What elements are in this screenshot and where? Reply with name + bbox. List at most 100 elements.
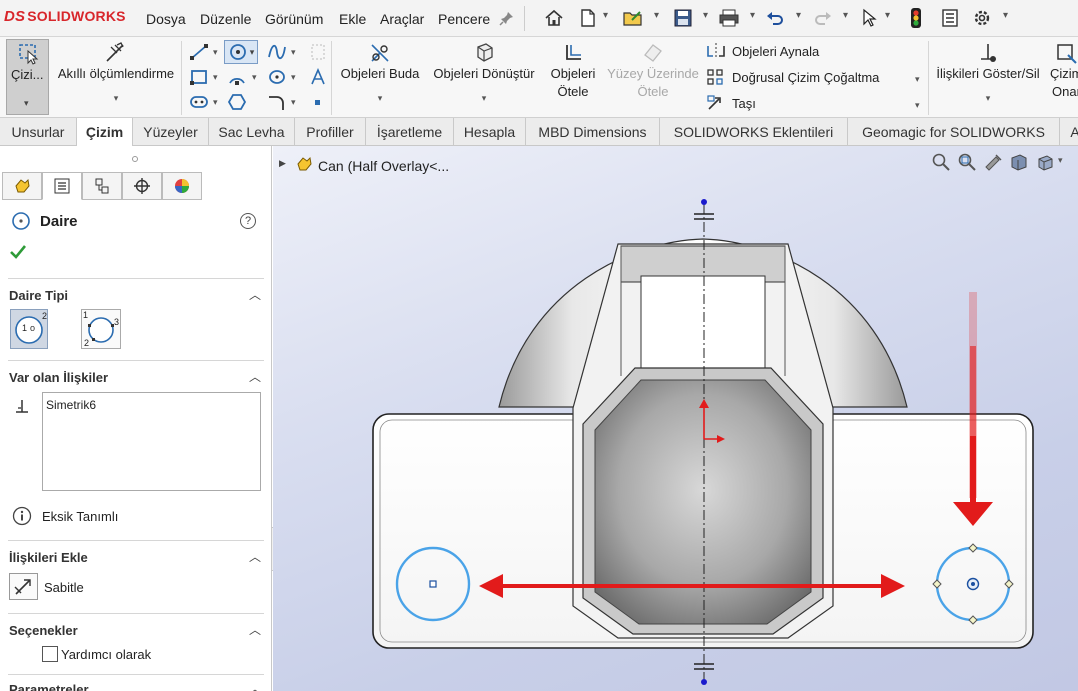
- tab-more[interactable]: A: [1060, 118, 1078, 146]
- solidworks-logo[interactable]: DS SOLIDWORKS: [4, 8, 126, 25]
- list-item[interactable]: Simetrik6: [46, 398, 96, 412]
- polygon-tool-button[interactable]: [224, 91, 250, 113]
- new-document-icon[interactable]: [576, 6, 600, 30]
- tab-sheet-metal[interactable]: Sac Levha: [209, 118, 295, 146]
- rectangle-tool-button[interactable]: [186, 66, 212, 88]
- tab-geomagic[interactable]: Geomagic for SOLIDWORKS: [848, 118, 1060, 146]
- repair-sketch-icon: [1057, 44, 1077, 64]
- exit-sketch-button[interactable]: Çizi... ▾: [6, 39, 49, 115]
- chevron-down-icon[interactable]: ▾: [885, 10, 890, 21]
- menu-edit[interactable]: Düzenle: [200, 11, 251, 27]
- collapse-chevron-icon[interactable]: ︿: [249, 680, 261, 691]
- chevron-down-icon[interactable]: ▾: [213, 97, 218, 108]
- chevron-down-icon[interactable]: ▾: [654, 10, 659, 21]
- chevron-down-icon[interactable]: ▾: [24, 98, 29, 109]
- arc-tool-button[interactable]: [224, 66, 250, 88]
- smart-dimension-button[interactable]: Akıllı ölçümlendirme ▾: [54, 41, 178, 113]
- tab-addins[interactable]: SOLIDWORKS Eklentileri: [660, 118, 848, 146]
- chevron-down-icon[interactable]: ▾: [915, 74, 920, 85]
- chevron-down-icon[interactable]: ▾: [1003, 10, 1008, 21]
- ok-checkmark-icon[interactable]: [9, 244, 27, 263]
- repair-sketch-button[interactable]: Çizim Onar: [1046, 41, 1078, 113]
- display-manager-tab[interactable]: [162, 172, 202, 200]
- chevron-down-icon[interactable]: ▾: [843, 10, 848, 21]
- save-icon[interactable]: [671, 6, 695, 30]
- tab-surfaces[interactable]: Yüzeyler: [133, 118, 209, 146]
- tab-features[interactable]: Unsurlar: [0, 118, 77, 146]
- linear-pattern-button[interactable]: Doğrusal Çizim Çoğaltma: [706, 68, 879, 86]
- mirror-entities-button[interactable]: Objeleri Aynala: [706, 42, 819, 60]
- chevron-down-icon[interactable]: ▾: [54, 89, 178, 107]
- spline-tool-button[interactable]: [264, 41, 290, 63]
- rebuild-traffic-light-icon[interactable]: [904, 6, 928, 30]
- center-point-label: 1: [22, 323, 28, 333]
- perimeter-circle-type-button[interactable]: 1 2 3: [81, 309, 121, 349]
- open-folder-icon[interactable]: [621, 6, 645, 30]
- offset-entities-button[interactable]: Objeleri Ötele: [545, 41, 601, 113]
- tab-mbd-dimensions[interactable]: MBD Dimensions: [526, 118, 660, 146]
- offset-on-surface-button[interactable]: Yüzey Üzerinde Ötele: [603, 41, 703, 113]
- point-tool-button[interactable]: [305, 91, 331, 113]
- chevron-down-icon[interactable]: ▾: [932, 89, 1044, 107]
- panel-grip-dot[interactable]: [132, 156, 138, 162]
- menu-tools[interactable]: Araçlar: [380, 11, 424, 27]
- slot-tool-button[interactable]: [186, 91, 212, 113]
- redo-icon[interactable]: [811, 6, 835, 30]
- chevron-down-icon[interactable]: ▾: [213, 47, 218, 58]
- left-circle-center-point[interactable]: [429, 580, 437, 588]
- tab-markup[interactable]: İşaretleme: [366, 118, 454, 146]
- chevron-down-icon[interactable]: ▾: [750, 10, 755, 21]
- options-gear-icon[interactable]: [970, 6, 994, 30]
- menu-view[interactable]: Görünüm: [265, 11, 323, 27]
- show-relations-button[interactable]: İlişkileri Göster/Sil ▾: [932, 41, 1044, 113]
- print-icon[interactable]: [717, 6, 741, 30]
- menu-window[interactable]: Pencere: [438, 11, 490, 27]
- tab-evaluate[interactable]: Hesapla: [454, 118, 526, 146]
- construction-checkbox[interactable]: [42, 646, 58, 662]
- plane-tool-button[interactable]: [305, 41, 331, 63]
- collapse-chevron-icon[interactable]: ︿: [249, 286, 261, 303]
- menu-insert[interactable]: Ekle: [339, 11, 366, 27]
- chevron-down-icon[interactable]: ▾: [291, 72, 296, 83]
- configuration-manager-tab[interactable]: [82, 172, 122, 200]
- collapse-chevron-icon[interactable]: ︿: [249, 621, 261, 638]
- undo-icon[interactable]: [763, 6, 787, 30]
- tab-profiles[interactable]: Profiller: [295, 118, 366, 146]
- move-entities-button[interactable]: Taşı: [706, 94, 756, 112]
- collapse-chevron-icon[interactable]: ︿: [249, 548, 261, 565]
- chevron-down-icon[interactable]: ▾: [213, 72, 218, 83]
- tab-sketch[interactable]: Çizim: [77, 118, 133, 147]
- chevron-down-icon[interactable]: ▾: [603, 10, 608, 21]
- pin-icon[interactable]: [495, 6, 519, 30]
- file-properties-icon[interactable]: [938, 6, 962, 30]
- chevron-down-icon[interactable]: ▾: [703, 10, 708, 21]
- feature-manager-tab[interactable]: [2, 172, 42, 200]
- window-opening: [640, 275, 766, 377]
- chevron-down-icon[interactable]: ▾: [915, 100, 920, 111]
- chevron-down-icon[interactable]: ▾: [428, 89, 540, 107]
- repair-label-line1: Çizim: [1050, 66, 1078, 81]
- text-tool-button[interactable]: [305, 66, 331, 88]
- convert-entities-button[interactable]: Objeleri Dönüştür ▾: [428, 41, 540, 113]
- fillet-tool-button[interactable]: [264, 91, 290, 113]
- relations-list[interactable]: Simetrik6: [42, 392, 261, 491]
- select-cursor-icon[interactable]: [857, 6, 881, 30]
- circle-tool-button[interactable]: ▾: [224, 40, 258, 64]
- ellipse-tool-button[interactable]: [264, 66, 290, 88]
- home-icon[interactable]: [542, 6, 566, 30]
- center-circle-type-button[interactable]: 1 o 2: [10, 309, 48, 349]
- chevron-down-icon[interactable]: ▾: [252, 72, 257, 83]
- collapse-chevron-icon[interactable]: ︿: [249, 368, 261, 385]
- chevron-down-icon[interactable]: ▾: [291, 97, 296, 108]
- chevron-down-icon[interactable]: ▾: [336, 89, 424, 107]
- trim-entities-button[interactable]: Objeleri Buda ▾: [336, 41, 424, 113]
- fix-relation-button[interactable]: [9, 573, 38, 600]
- chevron-down-icon[interactable]: ▾: [291, 47, 296, 58]
- chevron-down-icon[interactable]: ▾: [796, 10, 801, 21]
- menu-file[interactable]: Dosya: [146, 11, 186, 27]
- line-tool-button[interactable]: [186, 41, 212, 63]
- help-icon[interactable]: ?: [240, 213, 256, 229]
- property-manager-tab[interactable]: [42, 172, 82, 200]
- graphics-area[interactable]: ▶ Can (Half Overlay<... ▾: [273, 146, 1078, 691]
- dimxpert-tab[interactable]: [122, 172, 162, 200]
